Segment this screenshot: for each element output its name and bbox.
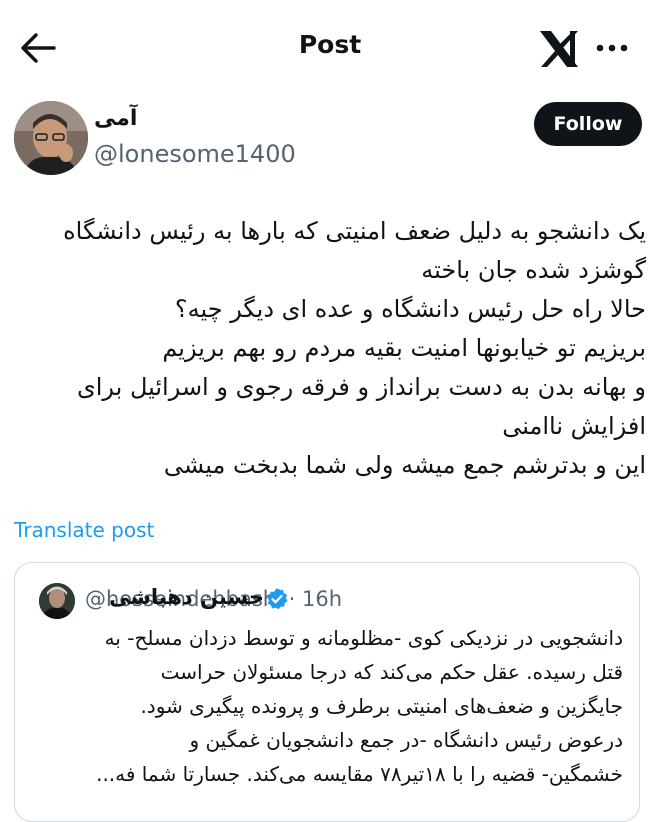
quoted-post-header: @hosseindehbashi · 16h حسین دهباشی — [39, 581, 619, 621]
post-text-line: گوشزد شده جان باخته — [421, 256, 646, 284]
quoted-post-text: دانشجویی در نزدیکی کوی -مظلومانه و توسط … — [39, 621, 623, 791]
author-name[interactable]: آمی — [94, 106, 137, 131]
quoted-avatar[interactable] — [39, 583, 75, 619]
quoted-text-line: خشمگین- قضیه را با ۱۸تیر۷۸ مقایسه می‌کند… — [96, 762, 623, 786]
author-handle[interactable]: @lonesome1400 — [94, 140, 296, 168]
quoted-text-line: قتل رسیده. عقل حکم می‌کند که درجا مسئولا… — [160, 660, 623, 684]
verified-badge-icon — [265, 587, 289, 611]
post-text-line: و بهانه بدن به دست برانداز و فرقه رجوی و… — [76, 373, 646, 401]
avatar[interactable] — [14, 101, 88, 175]
more-horizontal-icon[interactable] — [592, 36, 632, 60]
follow-button[interactable]: Follow — [534, 102, 642, 146]
post-text-line: حالا راه حل رئیس دانشگاه و عده ای دیگر چ… — [174, 295, 646, 323]
x-logo-icon[interactable] — [536, 28, 582, 70]
post-text-line: افزایش ناامنی — [502, 412, 646, 440]
post-text-line: بریزیم تو خیابونها امنیت بقیه مردم رو به… — [162, 334, 646, 362]
quoted-text-line: جایگزین و ضعف‌های امنیتی برطرف و پرونده … — [140, 694, 623, 718]
post-text-line: این و بدترشم جمع میشه ولی شما بدبخت میشی — [163, 451, 646, 479]
post-text: یک دانشجو به دلیل ضعف امنیتی که بارها به… — [16, 212, 646, 485]
top-bar: Post — [0, 0, 660, 96]
quoted-author-name[interactable]: حسین دهباشی — [109, 585, 264, 609]
quoted-post[interactable]: @hosseindehbashi · 16h حسین دهباشی دانشج… — [14, 562, 640, 822]
post-text-line: یک دانشجو به دلیل ضعف امنیتی که بارها به… — [63, 217, 646, 245]
quoted-text-line: درعوض رئیس دانشگاه -در جمع دانشجویان غمگ… — [189, 728, 623, 752]
quoted-text-line: دانشجویی در نزدیکی کوی -مظلومانه و توسط … — [104, 626, 623, 650]
translate-post-link[interactable]: Translate post — [14, 518, 154, 542]
